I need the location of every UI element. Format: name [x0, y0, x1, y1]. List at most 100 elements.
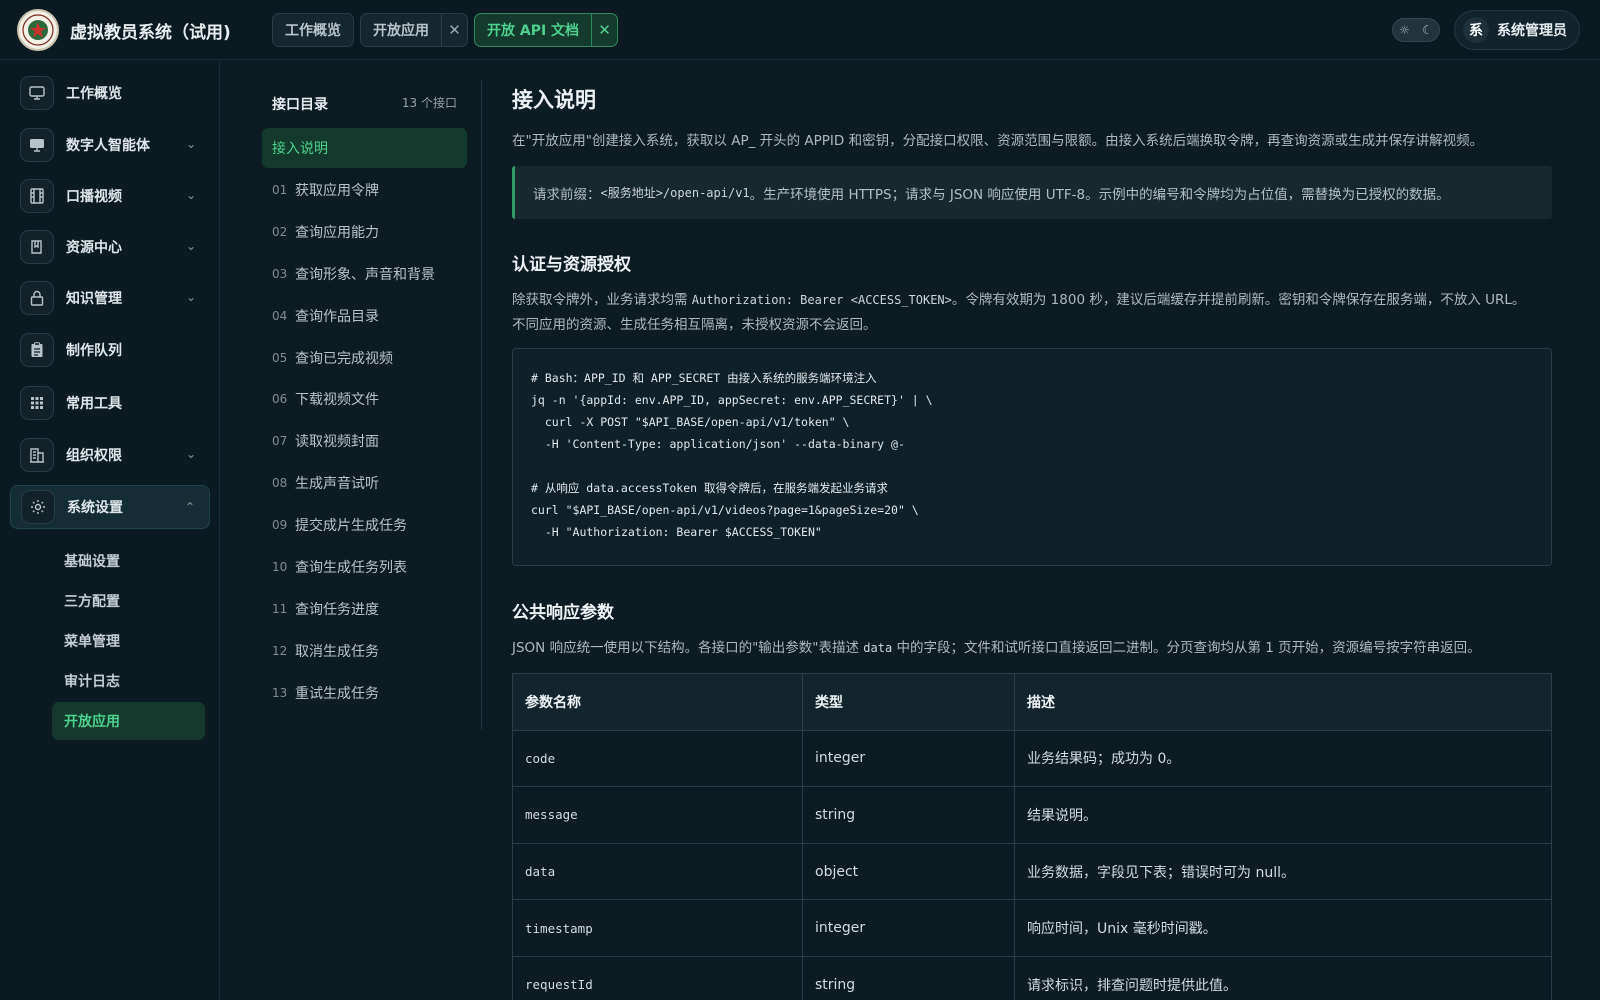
directory-item-number: 03 [272, 266, 288, 281]
directory-item-label: 查询应用能力 [295, 224, 379, 241]
gear-icon [21, 490, 55, 524]
user-menu[interactable]: 系 系统管理员 [1454, 10, 1580, 50]
code-line: curl -X POST "$API_BASE/open-api/v1/toke… [531, 415, 850, 429]
sun-icon: ☼ [1399, 23, 1410, 37]
directory-item[interactable]: 08 生成声音试听 [262, 463, 467, 503]
request-prefix-callout: 请求前缀： <服务地址>/open-api/v1 。生产环境使用 HTTPS；请… [512, 166, 1552, 219]
sidebar: 工作概览 数字人智能体 ⌄ 口播视频 ⌄ 资源中心 ⌄ 知识管理 ⌄ 制作队列 [0, 60, 220, 1000]
screen-icon [20, 128, 54, 162]
code-line: jq -n '{appId: env.APP_ID, appSecret: en… [531, 393, 933, 407]
table-row: message string 结果说明。 [513, 787, 1551, 844]
auth-text-part: 除获取令牌外，业务请求均需 [512, 292, 692, 308]
callout-prefix: 请求前缀： [533, 186, 601, 203]
table-cell: object [803, 843, 1015, 900]
sidebar-item-org-permissions[interactable]: 组织权限 ⌄ [10, 433, 210, 477]
sidebar-item-digital-human[interactable]: 数字人智能体 ⌄ [10, 123, 210, 167]
user-name: 系统管理员 [1497, 23, 1567, 39]
sidebar-item-label: 口播视频 [66, 189, 122, 205]
directory-item-number: 04 [272, 308, 288, 323]
moon-icon: ☾ [1422, 23, 1433, 37]
sidebar-item-label: 系统设置 [67, 500, 123, 516]
table-cell: string [803, 956, 1015, 1000]
table-cell: data [513, 843, 803, 900]
theme-toggle[interactable]: ☼ ☾ [1392, 18, 1440, 42]
code-line: # 从响应 data.accessToken 取得令牌后，在服务端发起业务请求 [531, 481, 888, 495]
submenu-item-menu-management[interactable]: 菜单管理 [52, 622, 205, 660]
directory-item[interactable]: 07 读取视频封面 [262, 421, 467, 461]
table-cell: 业务结果码；成功为 0。 [1027, 751, 1181, 768]
code-line: curl "$API_BASE/open-api/v1/videos?page=… [531, 503, 919, 517]
tab-work-overview[interactable]: 工作概览 [272, 13, 354, 47]
response-data-code: data [863, 641, 893, 655]
directory-item[interactable]: 01 获取应用令牌 [262, 170, 467, 210]
directory-item-number: 05 [272, 350, 288, 365]
tab-label: 开放应用 [373, 23, 429, 39]
sidebar-item-label: 数字人智能体 [66, 138, 150, 154]
avatar: 系 [1463, 17, 1489, 43]
directory-item-label: 接入说明 [272, 141, 328, 157]
table-cell: integer [803, 730, 1015, 787]
directory-item-number: 08 [272, 476, 288, 491]
logo [17, 9, 59, 51]
code-block: # Bash：APP_ID 和 APP_SECRET 由接入系统的服务端环境注入… [512, 348, 1552, 566]
table-header-cell: 参数名称 [513, 674, 803, 730]
table-cell: 结果说明。 [1027, 807, 1097, 824]
directory-item-label: 查询已完成视频 [295, 350, 393, 367]
directory-item-label: 查询生成任务列表 [295, 560, 407, 576]
directory-item[interactable]: 02 查询应用能力 [262, 212, 467, 252]
api-directory: 接口目录 13 个接口 接入说明 01 获取应用令牌 02 查询应用能力 03 查询形象、声… [262, 80, 482, 730]
tab-open-apps[interactable]: 开放应用 ✕ [360, 13, 468, 47]
directory-item[interactable]: 06 下载视频文件 [262, 379, 467, 419]
response-params-table: 参数名称 类型 描述 code integer 业务结果码；成功为 0。 mes… [512, 673, 1552, 1000]
sidebar-item-label: 知识管理 [66, 291, 122, 307]
directory-item[interactable]: 12 取消生成任务 [262, 631, 467, 671]
callout-text: 。生产环境使用 HTTPS；请求与 JSON 响应使用 UTF-8。示例中的编号… [749, 186, 1450, 203]
directory-item[interactable]: 接入说明 [262, 128, 467, 168]
close-icon[interactable]: ✕ [441, 14, 467, 46]
close-icon[interactable]: ✕ [591, 14, 617, 46]
directory-item[interactable]: 03 查询形象、声音和背景 [262, 254, 467, 294]
table-row: timestamp integer 响应时间，Unix 毫秒时间戳。 [513, 900, 1551, 957]
book-icon [20, 230, 54, 264]
directory-item-number: 02 [272, 224, 288, 239]
sidebar-item-knowledge[interactable]: 知识管理 ⌄ [10, 276, 210, 320]
submenu-item-open-apps[interactable]: 开放应用 [52, 702, 205, 740]
directory-item[interactable]: 09 提交成片生成任务 [262, 505, 467, 545]
auth-heading: 认证与资源授权 [512, 255, 631, 275]
submenu-item-third-party[interactable]: 三方配置 [52, 582, 205, 620]
sidebar-item-voice-video[interactable]: 口播视频 ⌄ [10, 174, 210, 218]
building-icon [20, 438, 54, 472]
directory-item-label: 下载视频文件 [295, 392, 379, 409]
directory-item-number: 12 [272, 643, 288, 658]
submenu-item-audit-log[interactable]: 审计日志 [52, 662, 205, 700]
directory-item-number: 13 [272, 685, 288, 700]
table-cell: integer [803, 900, 1015, 956]
intro-text: 在"开放应用"创建接入系统，获取以 AP_ 开头的 APPID 和密钥，分配接口… [512, 133, 1484, 149]
directory-item-label: 查询形象、声音和背景 [295, 266, 435, 283]
sidebar-item-label: 资源中心 [66, 240, 122, 256]
directory-item[interactable]: 13 重试生成任务 [262, 673, 467, 713]
sidebar-item-tools[interactable]: 常用工具 [10, 381, 210, 425]
sidebar-item-resource-center[interactable]: 资源中心 ⌄ [10, 225, 210, 269]
auth-text-2: 不同应用的资源、生成任务相互隔离，未授权资源不会返回。 [512, 317, 877, 333]
table-cell: 业务数据，字段见下表；错误时可为 null。 [1027, 864, 1295, 881]
grid-icon [20, 386, 54, 420]
response-text-part: JSON 响应统一使用以下结构。各接口的"输出参数"表描述 [512, 640, 864, 656]
table-row: requestId string 请求标识，排查问题时提供此值。 [513, 956, 1551, 1000]
directory-item-label: 重试生成任务 [295, 685, 379, 702]
sidebar-item-label: 常用工具 [66, 396, 122, 412]
directory-item-label: 获取应用令牌 [295, 182, 379, 199]
directory-item-number: 11 [272, 601, 288, 616]
tab-open-api-docs[interactable]: 开放 API 文档 ✕ [474, 13, 619, 47]
directory-item[interactable]: 11 查询任务进度 [262, 589, 467, 629]
directory-item[interactable]: 05 查询已完成视频 [262, 338, 467, 378]
auth-header-code: Authorization: Bearer <ACCESS_TOKEN> [691, 293, 952, 307]
submenu-item-basic-settings[interactable]: 基础设置 [52, 542, 205, 580]
sidebar-item-production-queue[interactable]: 制作队列 [10, 328, 210, 372]
directory-item-number: 07 [272, 434, 288, 449]
sidebar-item-system-settings[interactable]: 系统设置 ⌃ [10, 485, 210, 529]
app-title: 虚拟教员系统（试用) [70, 23, 231, 43]
directory-item[interactable]: 10 查询生成任务列表 [262, 547, 467, 587]
directory-item[interactable]: 04 查询作品目录 [262, 296, 467, 336]
sidebar-item-work-overview[interactable]: 工作概览 [10, 71, 210, 115]
